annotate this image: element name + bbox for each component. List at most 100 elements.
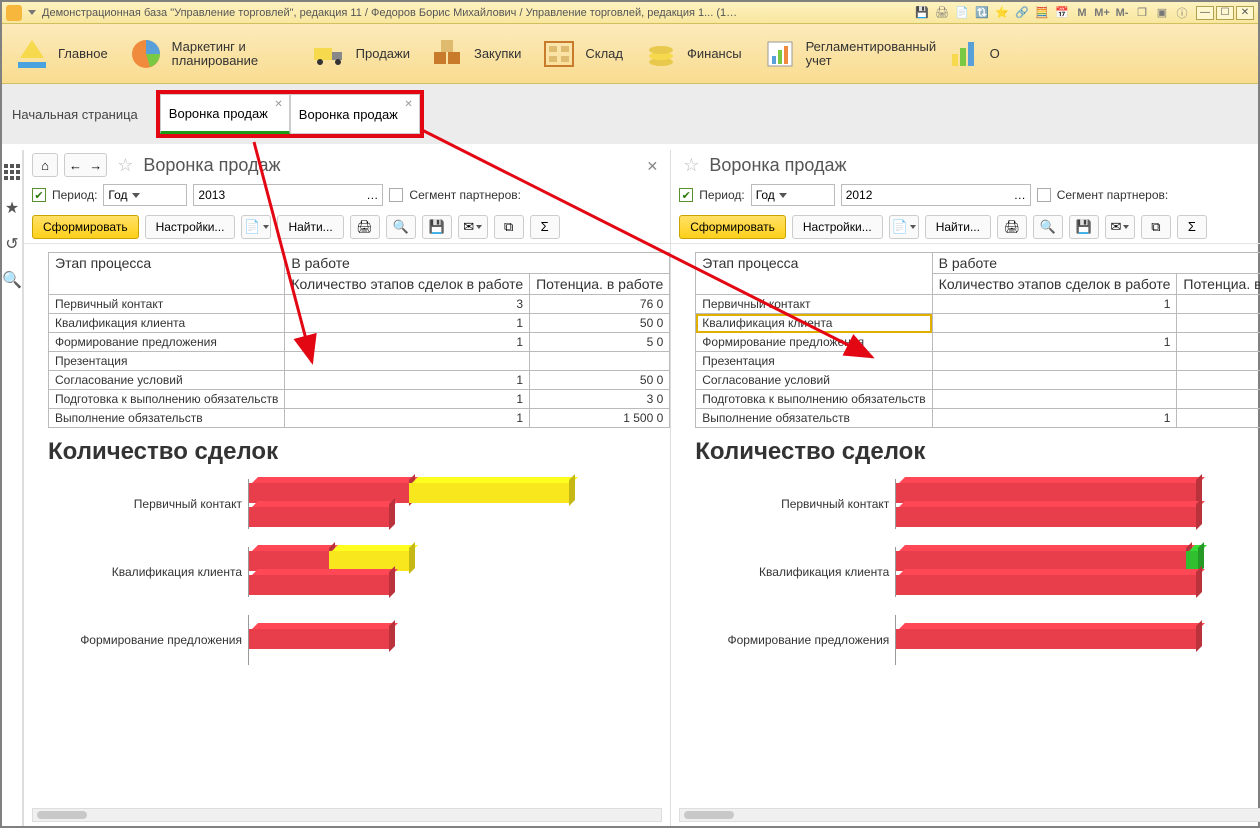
find-button[interactable]: Найти... — [925, 215, 991, 239]
nav-warehouse[interactable]: Склад — [539, 34, 623, 74]
form-button[interactable]: Сформировать — [32, 215, 139, 239]
search-icon[interactable]: 🔍 — [2, 270, 22, 290]
nav-more[interactable]: О — [944, 34, 1000, 74]
nav-finance[interactable]: Финансы — [641, 34, 742, 74]
nav-marketing[interactable]: Маркетинг и планирование — [126, 34, 292, 74]
sidebar: ★ ↺ 🔍 — [2, 150, 23, 826]
save-icon[interactable]: 💾 — [914, 5, 930, 21]
pane-left: ⌂ ← → ☆ Воронка продаж ✕ ✔ Период: Год 2… — [23, 150, 670, 826]
close-icon[interactable]: ✕ — [404, 99, 412, 110]
period-combo[interactable]: Год — [103, 184, 187, 206]
title-bar: Демонстрационная база "Управление торгов… — [2, 2, 1258, 24]
shelves-icon — [539, 34, 579, 74]
sum-button[interactable]: Σ — [530, 215, 560, 239]
memory-mplus[interactable]: M+ — [1094, 5, 1110, 21]
print-icon[interactable]: 🖨 — [934, 5, 950, 21]
period-label: Период: — [699, 188, 744, 202]
favorite-icon[interactable]: ⭐ — [994, 5, 1010, 21]
year-input[interactable]: 2013… — [193, 184, 383, 206]
save-button[interactable]: 💾 — [1069, 215, 1099, 239]
windows-icon[interactable]: ❐ — [1134, 5, 1150, 21]
minimize-button[interactable]: — — [1196, 6, 1214, 20]
doc-icon[interactable]: 📄 — [954, 5, 970, 21]
pane-title: Воронка продаж — [709, 155, 846, 176]
nav-sales[interactable]: Продажи — [310, 34, 410, 74]
memory-m[interactable]: M — [1074, 5, 1090, 21]
link-icon[interactable]: 🔗 — [1014, 5, 1030, 21]
close-icon[interactable]: ✕ — [274, 99, 282, 110]
tab-funnel-1[interactable]: Воронка продаж ✕ — [160, 94, 290, 134]
table-row[interactable]: Подготовка к выполнению обязательств13 0 — [49, 390, 670, 409]
settings-button[interactable]: Настройки... — [792, 215, 883, 239]
maximize-button[interactable]: ☐ — [1216, 6, 1234, 20]
preview-button[interactable]: 🔍 — [386, 215, 416, 239]
nav-regulated[interactable]: Регламентированный учет — [760, 34, 926, 74]
year-input[interactable]: 2012… — [841, 184, 1031, 206]
calendar-icon[interactable]: 📅 — [1054, 5, 1070, 21]
compare-button[interactable]: ⧉ — [494, 215, 524, 239]
settings-button[interactable]: Настройки... — [145, 215, 236, 239]
info-icon[interactable]: ⓘ — [1174, 5, 1190, 21]
mail-button[interactable]: ✉ — [458, 215, 488, 239]
home-button[interactable]: ⌂ — [32, 153, 58, 177]
sum-button[interactable]: Σ — [1177, 215, 1207, 239]
table-row[interactable]: Первичный контакт376 0 — [49, 295, 670, 314]
h-scrollbar[interactable] — [32, 808, 662, 822]
history-icon[interactable]: ↺ — [2, 234, 22, 254]
period-checkbox[interactable]: ✔ — [679, 188, 693, 202]
nav-purchases[interactable]: Закупки — [428, 34, 521, 74]
table-row[interactable]: Квалификация клиента — [696, 314, 1260, 333]
compare-button[interactable]: ⧉ — [1141, 215, 1171, 239]
table-row[interactable]: Подготовка к выполнению обязательств — [696, 390, 1260, 409]
lamp-icon — [12, 34, 52, 74]
variants-button[interactable]: 📄 — [889, 215, 919, 239]
table-row[interactable]: Формирование предложения15 — [696, 333, 1260, 352]
panel-icon[interactable]: ▣ — [1154, 5, 1170, 21]
memory-mminus[interactable]: M- — [1114, 5, 1130, 21]
table-row[interactable]: Выполнение обязательств11 500 0 — [49, 409, 670, 428]
calc-icon[interactable]: 🧮 — [1034, 5, 1050, 21]
report-table: Этап процесса В работе Количество этапов… — [695, 252, 1260, 428]
close-button[interactable]: ✕ — [1236, 6, 1254, 20]
segment-checkbox[interactable] — [389, 188, 403, 202]
apps-icon[interactable] — [2, 162, 22, 182]
segment-checkbox[interactable] — [1037, 188, 1051, 202]
table-row[interactable]: Формирование предложения15 0 — [49, 333, 670, 352]
app-menu-dropdown[interactable] — [28, 10, 36, 15]
start-page-tab[interactable]: Начальная страница — [12, 107, 138, 122]
pane-close-button[interactable]: ✕ — [647, 158, 659, 175]
boxes-icon — [428, 34, 468, 74]
save-button[interactable]: 💾 — [422, 215, 452, 239]
nav-main[interactable]: Главное — [12, 34, 108, 74]
table-row[interactable]: Согласование условий150 0 — [49, 371, 670, 390]
find-button[interactable]: Найти... — [277, 215, 343, 239]
segment-label: Сегмент партнеров: — [409, 188, 521, 202]
form-button[interactable]: Сформировать — [679, 215, 786, 239]
print-button[interactable]: 🖨 — [997, 215, 1027, 239]
main-nav: Главное Маркетинг и планирование Продажи… — [2, 24, 1258, 84]
print-button[interactable]: 🖨 — [350, 215, 380, 239]
chart-icon — [944, 34, 984, 74]
col-inwork: В работе — [285, 253, 670, 274]
table-row[interactable]: Квалификация клиента150 0 — [49, 314, 670, 333]
favorites-icon[interactable]: ★ — [2, 198, 22, 218]
truck-icon — [310, 34, 350, 74]
star-icon[interactable]: ☆ — [683, 155, 699, 176]
tab-funnel-2[interactable]: Воронка продаж ✕ — [290, 94, 420, 134]
variants-button[interactable]: 📄 — [241, 215, 271, 239]
table-row[interactable]: Выполнение обязательств11 500 — [696, 409, 1260, 428]
period-checkbox[interactable]: ✔ — [32, 188, 46, 202]
table-row[interactable]: Первичный контакт113 — [696, 295, 1260, 314]
app-icon — [6, 5, 22, 21]
star-icon[interactable]: ☆ — [117, 155, 133, 176]
table-row[interactable]: Презентация — [49, 352, 670, 371]
report-body-right: Этап процесса В работе Количество этапов… — [671, 244, 1260, 826]
table-row[interactable]: Согласование условий — [696, 371, 1260, 390]
table-row[interactable]: Презентация — [696, 352, 1260, 371]
nav-back-forward[interactable]: ← → — [64, 153, 107, 177]
refresh-icon[interactable]: 🔃 — [974, 5, 990, 21]
mail-button[interactable]: ✉ — [1105, 215, 1135, 239]
h-scrollbar[interactable] — [679, 808, 1260, 822]
preview-button[interactable]: 🔍 — [1033, 215, 1063, 239]
period-combo[interactable]: Год — [751, 184, 835, 206]
